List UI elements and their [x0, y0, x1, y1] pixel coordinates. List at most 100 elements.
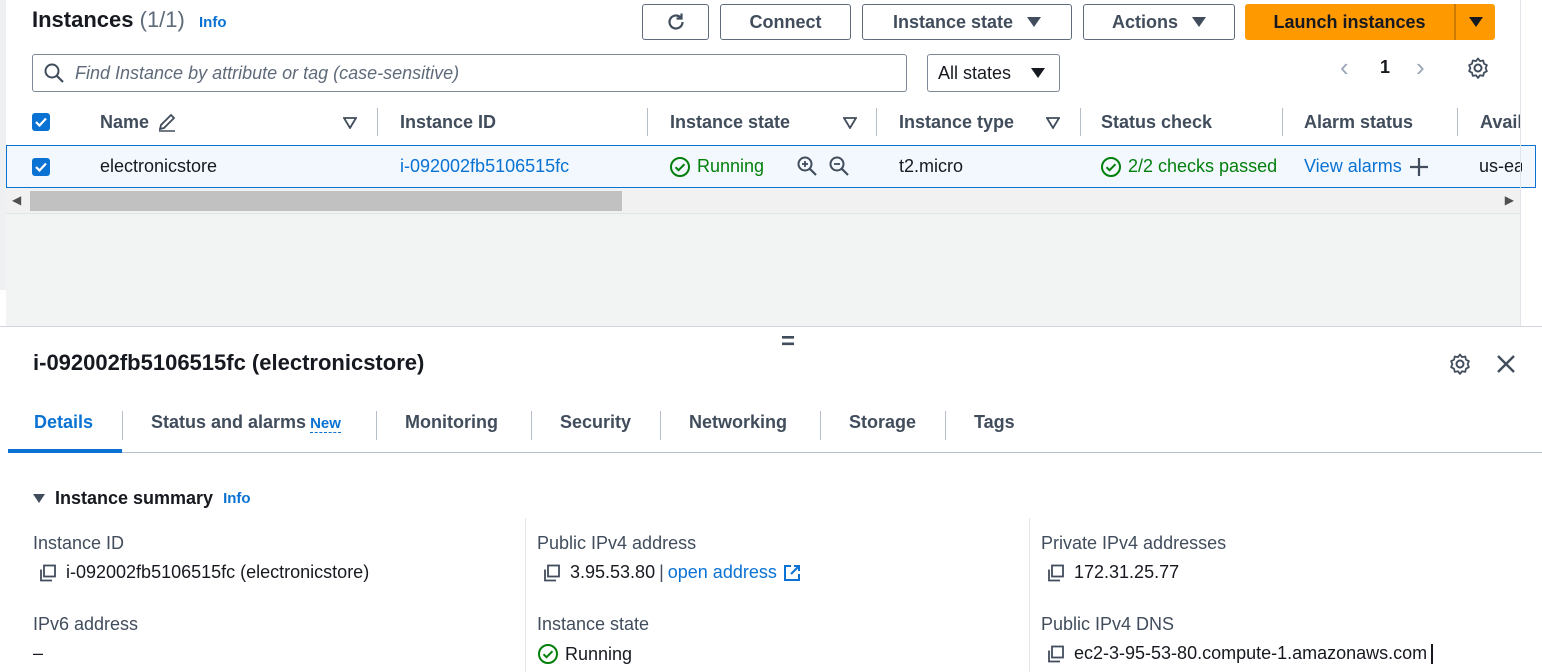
cell-status-check: 2/2 checks passed — [1100, 145, 1282, 188]
col-divider — [647, 108, 648, 136]
resize-handle-icon[interactable]: = — [781, 328, 795, 356]
caret-down-icon — [1031, 68, 1045, 78]
search-icon — [44, 63, 64, 83]
state-filter-select[interactable]: All states — [927, 54, 1060, 92]
col-alarm-status-label: Alarm status — [1304, 111, 1414, 132]
collapse-caret-icon[interactable] — [33, 494, 45, 503]
scroll-right-icon[interactable]: ▶ — [1505, 193, 1514, 207]
sort-state-icon[interactable] — [843, 117, 857, 129]
select-all-cell[interactable] — [32, 100, 50, 144]
col-header-instance-type[interactable]: Instance type — [899, 100, 1014, 144]
public-dns-label: Public IPv4 DNS — [1041, 614, 1175, 634]
launch-instances-button[interactable]: Launch instances — [1245, 4, 1454, 40]
select-all-checkbox[interactable] — [32, 113, 50, 131]
column-divider — [525, 518, 526, 672]
caret-down-icon — [1192, 17, 1206, 27]
summary-info-link[interactable]: Info — [223, 490, 251, 507]
row-select-cell[interactable] — [32, 145, 50, 188]
cell-instance-id-link[interactable]: i-092002fb5106515fc — [400, 145, 569, 188]
tab-status-label: Status and alarms — [151, 412, 307, 432]
sort-name-icon[interactable] — [343, 117, 357, 129]
scrollbar-thumb[interactable] — [30, 191, 622, 211]
instance-state-label: Instance state — [892, 11, 1014, 32]
tab-divider — [531, 411, 532, 440]
view-alarms-link[interactable]: View alarms — [1304, 156, 1402, 177]
col-header-instance-state[interactable]: Instance state — [670, 100, 790, 144]
page-title: Instances (1/1) Info — [32, 7, 227, 33]
close-icon[interactable] — [1494, 352, 1518, 376]
caret-down-icon — [1027, 17, 1042, 27]
cell-alarm-status: View alarms — [1304, 145, 1430, 188]
ipv6-label: IPv6 address — [33, 614, 139, 634]
sort-type-icon[interactable] — [1046, 117, 1060, 129]
next-page-icon[interactable]: › — [1416, 52, 1425, 83]
copy-icon[interactable] — [1046, 644, 1066, 664]
tab-divider — [660, 411, 661, 440]
tab-details[interactable]: Details — [34, 412, 93, 433]
public-dns-text: ec2-3-95-53-80.compute-1.amazonaws.com — [1074, 643, 1428, 663]
refresh-button[interactable] — [642, 4, 709, 40]
connect-button[interactable]: Connect — [720, 4, 851, 40]
instance-id-label: Instance ID — [33, 533, 125, 553]
public-ipv4-label: Public IPv4 address — [537, 533, 697, 553]
copy-icon[interactable] — [1046, 563, 1066, 583]
prev-page-icon[interactable]: ‹ — [1340, 52, 1349, 83]
ipv4-separator: | — [659, 562, 664, 582]
open-address-link[interactable]: open address — [668, 562, 777, 583]
copy-icon[interactable] — [542, 563, 562, 583]
edit-pencil-icon — [158, 113, 176, 132]
col-divider — [1080, 108, 1081, 136]
search-input[interactable] — [75, 62, 875, 84]
search-box[interactable] — [32, 54, 907, 92]
row-checkbox[interactable] — [32, 157, 50, 176]
info-link[interactable]: Info — [199, 14, 227, 31]
split-divider — [0, 326, 1542, 327]
tab-storage[interactable]: Storage — [849, 412, 916, 433]
col-header-name[interactable]: Name — [100, 100, 177, 144]
caret-down-icon — [1468, 17, 1483, 27]
right-panel-edge — [1520, 0, 1521, 326]
instance-summary-header[interactable]: Instance summary Info — [33, 488, 251, 509]
cell-name: electronicstore — [100, 156, 218, 176]
instance-count: (1/1) — [139, 7, 185, 32]
settings-gear-icon[interactable] — [1466, 56, 1490, 80]
tab-divider — [945, 411, 946, 440]
tab-monitoring[interactable]: Monitoring — [405, 412, 498, 433]
col-header-availability[interactable]: Avail — [1480, 100, 1520, 144]
table-empty-area — [6, 214, 1520, 326]
col-availability-label: Avail — [1480, 111, 1520, 132]
private-ipv4-value: 172.31.25.77 — [1046, 562, 1179, 583]
instance-state-dropdown[interactable]: Instance state — [862, 4, 1072, 40]
private-ipv4-text: 172.31.25.77 — [1074, 562, 1180, 582]
public-ipv4-text: 3.95.53.80 — [570, 562, 656, 582]
page-number[interactable]: 1 — [1380, 57, 1390, 78]
tab-status-and-alarms[interactable]: Status and alarms New — [151, 412, 341, 433]
zoom-in-icon[interactable] — [796, 155, 818, 177]
col-header-status-check[interactable]: Status check — [1101, 100, 1212, 144]
col-instance-state-label: Instance state — [670, 111, 791, 132]
tab-tags[interactable]: Tags — [974, 412, 1015, 433]
launch-options-button[interactable] — [1456, 4, 1495, 40]
tab-divider — [122, 411, 123, 440]
check-icon — [35, 117, 47, 127]
scroll-left-icon[interactable]: ◀ — [12, 193, 21, 207]
actions-dropdown[interactable]: Actions — [1083, 4, 1235, 40]
col-status-check-label: Status check — [1101, 111, 1213, 132]
col-header-instance-id[interactable]: Instance ID — [400, 100, 496, 144]
copy-icon[interactable] — [38, 563, 58, 583]
panel-settings-gear-icon[interactable] — [1448, 352, 1472, 376]
public-ipv4-value: 3.95.53.80 | open address — [542, 562, 802, 583]
horizontal-scrollbar[interactable]: ◀ ▶ — [6, 188, 1520, 214]
connect-label: Connect — [749, 11, 822, 32]
detail-panel-title: i-092002fb5106515fc (electronicstore) — [33, 350, 425, 375]
col-header-alarm-status[interactable]: Alarm status — [1304, 100, 1413, 144]
col-name-label: Name — [100, 111, 150, 132]
tab-security[interactable]: Security — [560, 412, 631, 433]
plus-icon[interactable] — [1408, 156, 1430, 178]
title-text: Instances — [32, 7, 134, 32]
zoom-out-icon[interactable] — [828, 155, 850, 177]
column-divider — [1029, 518, 1030, 672]
col-divider — [1282, 108, 1283, 136]
tab-networking[interactable]: Networking — [689, 412, 787, 433]
external-link-icon[interactable] — [782, 563, 802, 583]
